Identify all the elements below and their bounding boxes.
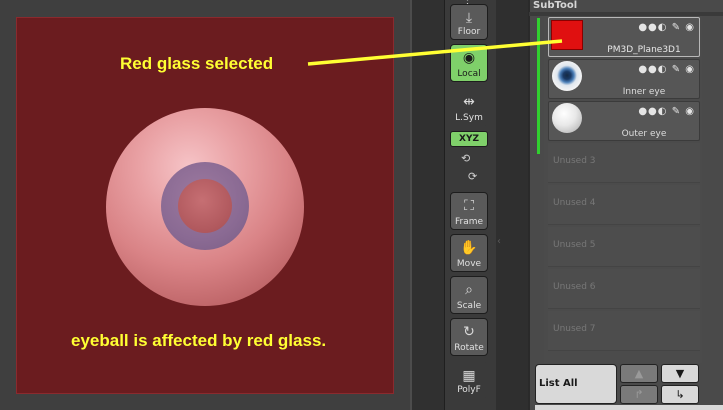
rotate-icon: ↻ (463, 324, 475, 340)
subtool-name: PM3D_Plane3D1 (607, 45, 681, 55)
subtool-item-inner-eye[interactable]: ●●◐ ✎ ◉ Inner eye (548, 59, 700, 99)
local-button[interactable]: ◉ Local (450, 44, 488, 82)
floor-label: Floor (457, 27, 481, 37)
rotate-y-icon[interactable]: ⟲ (461, 152, 470, 165)
subtool-slot-unused[interactable]: Unused 5 (548, 227, 700, 267)
unused-label: Unused 4 (553, 198, 596, 208)
subtool-slot-unused[interactable]: Unused 4 (548, 185, 700, 225)
arrow-bent-down-icon: ↳ (675, 388, 685, 401)
panel-divider[interactable] (496, 0, 528, 410)
subtool-controls[interactable]: ●●◐ ✎ ◉ (638, 22, 695, 33)
visibility-indicator-bar (537, 18, 540, 154)
subtool-item-outer-eye[interactable]: ●●◐ ✎ ◉ Outer eye (548, 101, 700, 141)
polyf-label: PolyF (457, 385, 481, 395)
subtool-name: Outer eye (621, 129, 667, 139)
arrow-up-icon: ▲ (634, 367, 644, 380)
lsym-button[interactable]: ⇹ L.Sym (450, 88, 488, 126)
annotation-eyeball-affected: eyeball is affected by red glass. (71, 331, 327, 350)
white-sphere-thumbnail (552, 103, 582, 133)
scale-label: Scale (456, 301, 482, 311)
toggle-icon[interactable]: ●●◐ (638, 106, 667, 117)
eye-visibility-icon[interactable]: ◉ (685, 64, 695, 75)
toggle-icon[interactable]: ●●◐ (638, 64, 667, 75)
move-hand-icon: ✋ (460, 240, 478, 256)
frame-icon: ⛶ (464, 198, 474, 214)
brush-icon[interactable]: ✎ (672, 64, 681, 75)
toggle-icon[interactable]: ●●◐ (638, 22, 667, 33)
subtool-controls[interactable]: ●●◐ ✎ ◉ (638, 64, 695, 75)
list-all-label: List All (539, 378, 578, 389)
eye-sphere-thumbnail (552, 61, 582, 91)
subtool-slot-unused[interactable]: Unused 3 (548, 143, 700, 183)
move-up-group-button[interactable]: ↱ (620, 385, 658, 404)
subtool-bottom-strip (535, 405, 723, 410)
subtool-name: Inner eye (622, 87, 666, 97)
polyf-button[interactable]: ▦ PolyF (450, 362, 488, 398)
pupil (178, 179, 232, 233)
list-all-button[interactable]: List All (535, 364, 617, 404)
red-square-thumbnail (551, 20, 583, 50)
rotate-z-icon[interactable]: ⟳ (468, 170, 477, 183)
subtool-slot-unused[interactable]: Unused 6 (548, 269, 700, 309)
scale-magnifier-icon: ⌕ (465, 282, 473, 298)
viewport-gutter (410, 0, 445, 410)
gutter-divider (410, 0, 412, 410)
subtool-controls[interactable]: ●●◐ ✎ ◉ (638, 106, 695, 117)
unused-label: Unused 5 (553, 240, 596, 250)
unused-label: Unused 7 (553, 324, 596, 334)
floor-button[interactable]: ⤓ Floor (450, 4, 488, 40)
unused-label: Unused 6 (553, 282, 596, 292)
lsym-label: L.Sym (455, 113, 483, 123)
xyz-toggle[interactable]: XYZ (450, 131, 488, 147)
move-label: Move (456, 259, 482, 269)
subtool-slot-unused[interactable]: Unused 7 (548, 311, 700, 351)
rotate-button[interactable]: ↻ Rotate (450, 318, 488, 356)
frame-label: Frame (454, 217, 484, 227)
scale-button[interactable]: ⌕ Scale (450, 276, 488, 314)
rotate-label: Rotate (454, 343, 484, 353)
local-label: Local (457, 69, 481, 79)
eye-visibility-icon[interactable]: ◉ (685, 106, 695, 117)
move-down-button[interactable]: ▼ (661, 364, 699, 383)
unused-label: Unused 3 (553, 156, 596, 166)
frame-button[interactable]: ⛶ Frame (450, 192, 488, 230)
lsym-icon: ⇹ (463, 94, 475, 110)
collapse-arrow-icon[interactable]: ‹ (497, 236, 501, 247)
arrow-down-icon: ▼ (675, 367, 685, 380)
subtool-item-plane[interactable]: ●●◐ ✎ ◉ PM3D_Plane3D1 (548, 17, 700, 57)
eye-visibility-icon[interactable]: ◉ (685, 22, 695, 33)
brush-icon[interactable]: ✎ (672, 106, 681, 117)
move-button[interactable]: ✋ Move (450, 234, 488, 272)
polyf-grid-icon: ▦ (462, 368, 476, 384)
local-icon: ◉ (462, 50, 476, 66)
floor-icon: ⤓ (465, 10, 473, 26)
subtool-title[interactable]: SubTool (533, 0, 577, 11)
arrow-bent-up-icon: ↱ (634, 388, 644, 401)
move-up-button[interactable]: ▲ (620, 364, 658, 383)
brush-icon[interactable]: ✎ (672, 22, 681, 33)
annotation-red-glass-selected: Red glass selected (120, 54, 274, 73)
move-down-group-button[interactable]: ↳ (661, 385, 699, 404)
